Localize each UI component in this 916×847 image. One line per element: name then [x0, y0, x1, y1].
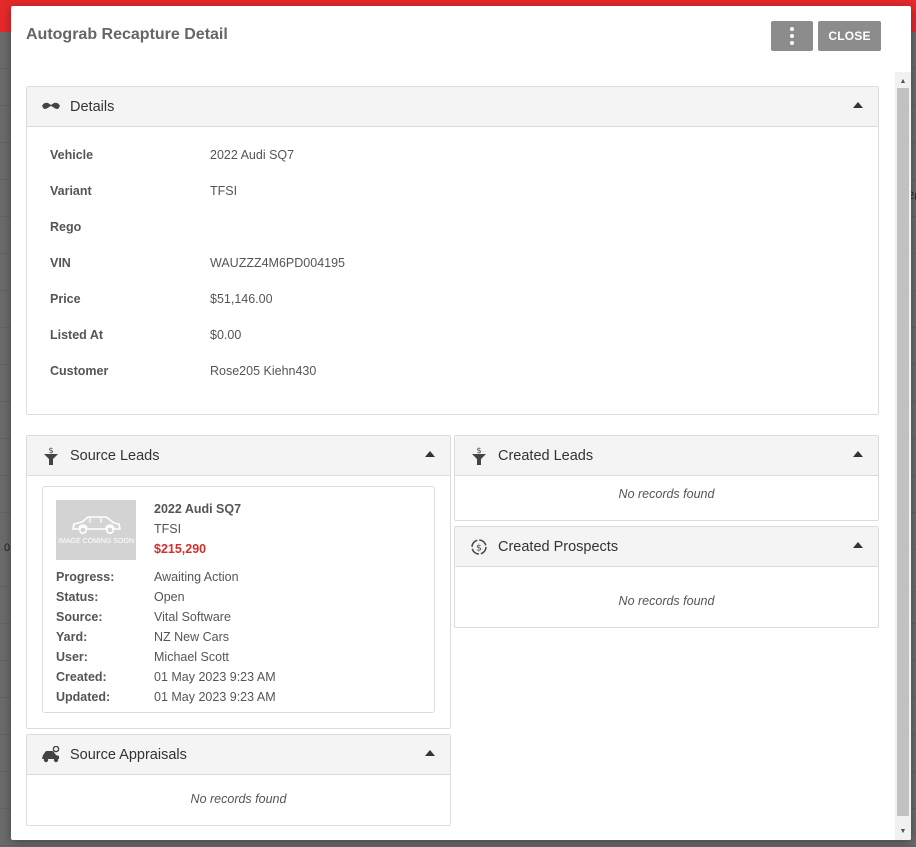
detail-label: Rego	[50, 220, 82, 234]
car-icon	[72, 516, 121, 535]
modal-title: Autograb Recapture Detail	[26, 26, 228, 43]
image-coming-soon-label: IMAGE COMING SOON	[58, 538, 134, 545]
collapse-caret-icon[interactable]	[425, 750, 435, 756]
info-label: Updated:	[56, 690, 111, 704]
no-records-message: No records found	[618, 594, 715, 608]
collapse-caret-icon[interactable]	[853, 542, 863, 548]
no-records-message: No records found	[618, 487, 715, 501]
source-appraisals-title: Source Appraisals	[70, 746, 187, 763]
created-leads-title: Created Leads	[498, 447, 594, 464]
info-value: Open	[154, 590, 185, 604]
source-leads-panel: $ Source Leads IMAGE COMING SOON 2022 Au…	[26, 435, 451, 729]
info-label: Created:	[56, 670, 107, 684]
lead-vehicle-title: 2022 Audi SQ7	[154, 502, 242, 516]
detail-label: Variant	[50, 184, 92, 198]
info-label: User:	[56, 650, 88, 664]
target-dollar-icon: $	[469, 537, 489, 557]
created-prospects-header[interactable]: $ Created Prospects	[455, 527, 878, 567]
created-leads-panel: $ Created Leads No records found	[454, 435, 879, 521]
created-leads-header[interactable]: $ Created Leads	[455, 436, 878, 476]
close-button[interactable]: CLOSE	[818, 21, 881, 51]
collapse-caret-icon[interactable]	[425, 451, 435, 457]
details-panel-header[interactable]: Details	[27, 87, 878, 127]
detail-value: Rose205 Kiehn430	[210, 364, 317, 378]
no-records-message: No records found	[190, 792, 287, 806]
source-leads-title: Source Leads	[70, 447, 160, 464]
lead-card[interactable]: IMAGE COMING SOON 2022 Audi SQ7 TFSI $21…	[42, 486, 435, 713]
car-appraisal-icon	[41, 745, 61, 765]
modal-scrollbar[interactable]: ▲ ▼	[895, 72, 911, 840]
lead-vehicle-variant: TFSI	[154, 522, 182, 536]
info-value: Michael Scott	[154, 650, 230, 664]
vertical-dots-icon	[790, 27, 794, 45]
detail-value: TFSI	[210, 184, 238, 198]
recapture-detail-modal: Autograb Recapture Detail CLOSE Details …	[11, 6, 911, 840]
detail-value: 2022 Audi SQ7	[210, 148, 295, 162]
info-label: Yard:	[56, 630, 88, 644]
source-appraisals-header[interactable]: Source Appraisals	[27, 735, 450, 775]
info-value: Vital Software	[154, 610, 231, 624]
detail-label: VIN	[50, 256, 71, 270]
svg-text:$: $	[48, 446, 53, 455]
info-label: Status:	[56, 590, 99, 604]
svg-text:$: $	[476, 543, 482, 553]
info-value: Awaiting Action	[154, 570, 239, 584]
info-label: Source:	[56, 610, 103, 624]
info-value: 01 May 2023 9:23 AM	[154, 690, 276, 704]
scrollbar-thumb[interactable]	[897, 88, 909, 816]
info-value: 01 May 2023 9:23 AM	[154, 670, 276, 684]
detail-value: $51,146.00	[210, 292, 273, 306]
info-value: NZ New Cars	[154, 630, 230, 644]
details-panel-title: Details	[70, 98, 115, 115]
created-prospects-title: Created Prospects	[498, 538, 619, 555]
detail-label: Customer	[50, 364, 109, 378]
car-glasses-icon	[41, 97, 61, 117]
details-panel: Details Vehicle 2022 Audi SQ7 Variant TF…	[26, 86, 879, 415]
detail-value: $0.00	[210, 328, 242, 342]
vehicle-image-placeholder: IMAGE COMING SOON	[56, 500, 136, 560]
source-appraisals-panel: Source Appraisals No records found	[26, 734, 451, 826]
source-leads-header[interactable]: $ Source Leads	[27, 436, 450, 476]
more-options-button[interactable]	[771, 21, 813, 51]
created-prospects-panel: $ Created Prospects No records found	[454, 526, 879, 628]
detail-label: Listed At	[50, 328, 104, 342]
funnel-dollar-icon: $	[41, 446, 61, 466]
info-label: Progress:	[56, 570, 115, 584]
background-text-left: 0	[4, 542, 11, 554]
detail-label: Vehicle	[50, 148, 94, 162]
funnel-dollar-icon: $	[469, 446, 489, 466]
scroll-down-arrow-icon[interactable]: ▼	[895, 824, 911, 838]
scroll-up-arrow-icon[interactable]: ▲	[895, 74, 911, 88]
lead-vehicle-price: $215,290	[154, 542, 207, 556]
detail-value: WAUZZZ4M6PD004195	[210, 256, 345, 270]
svg-text:$: $	[476, 446, 481, 455]
collapse-caret-icon[interactable]	[853, 451, 863, 457]
collapse-caret-icon[interactable]	[853, 102, 863, 108]
detail-label: Price	[50, 292, 81, 306]
